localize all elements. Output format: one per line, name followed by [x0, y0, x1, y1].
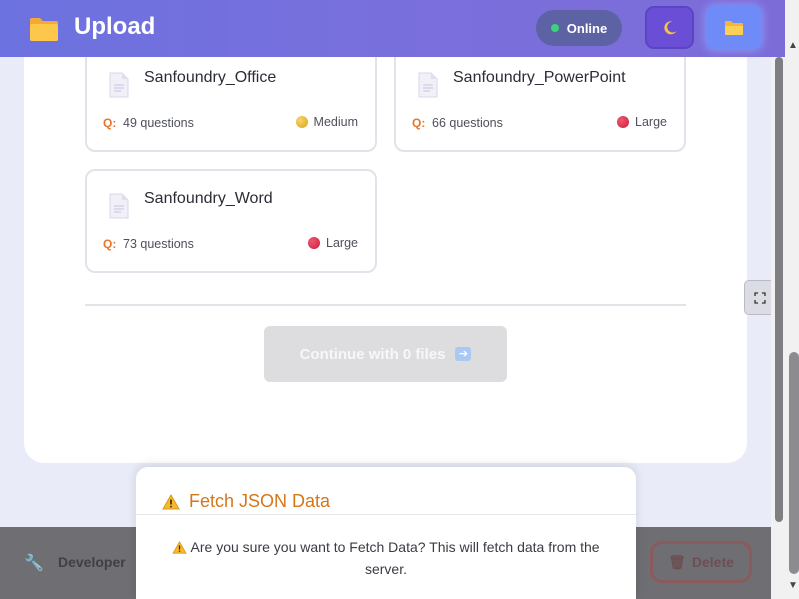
- size-indicator-icon: [295, 116, 308, 128]
- scroll-down-icon[interactable]: ▼: [788, 580, 798, 591]
- scrollbar-thumb-outer[interactable]: [775, 57, 783, 522]
- divider: [85, 304, 686, 306]
- document-icon: [109, 72, 129, 98]
- app-header: Upload Online: [0, 0, 785, 57]
- folder-icon: [725, 21, 743, 35]
- file-name: Sanfoundry_Office: [144, 69, 277, 86]
- size-label: Medium: [313, 115, 358, 129]
- document-icon: [109, 193, 129, 219]
- size-label: Large: [326, 236, 358, 250]
- confirm-modal: Fetch JSON Data Are you sure you want to…: [136, 467, 636, 599]
- size-label: Large: [635, 115, 667, 129]
- scrollbar-thumb-inner[interactable]: [789, 352, 799, 574]
- theme-toggle-button[interactable]: [645, 6, 694, 49]
- modal-message: Are you sure you want to Fetch Data? Thi…: [156, 536, 616, 580]
- file-card[interactable]: Sanfoundry_Office Q: 49 questions Medium: [85, 48, 377, 152]
- question-count: 66 questions: [432, 116, 503, 130]
- trash-icon: 🗑: [668, 553, 686, 570]
- folder-icon: [30, 18, 58, 41]
- question-count: 73 questions: [123, 237, 194, 251]
- file-card[interactable]: Sanfoundry_PowerPoint Q: 66 questions La…: [394, 48, 686, 152]
- moon-icon: [663, 20, 676, 34]
- open-folder-button[interactable]: [706, 5, 762, 50]
- status-badge: Online: [536, 10, 622, 46]
- modal-title: Fetch JSON Data: [162, 491, 330, 512]
- file-name: Sanfoundry_Word: [144, 190, 273, 207]
- file-card[interactable]: Sanfoundry_Word Q: 73 questions Large: [85, 169, 377, 273]
- modal-message-text: Are you sure you want to Fetch Data? Thi…: [190, 539, 600, 577]
- size-indicator-icon: [617, 116, 630, 128]
- fullscreen-icon: [753, 291, 766, 304]
- scroll-up-icon[interactable]: ▲: [788, 40, 798, 51]
- size-indicator-icon: [308, 237, 321, 249]
- status-text: Online: [566, 20, 608, 36]
- scrollbar[interactable]: ▲ ▼: [771, 0, 799, 599]
- size-badge: Large: [308, 236, 358, 250]
- developer-label: Developer: [58, 554, 126, 570]
- wrench-icon: 🔧: [24, 555, 44, 572]
- delete-button-label: Delete: [691, 554, 734, 570]
- continue-button-label: Continue with 0 files: [299, 345, 446, 363]
- size-badge: Large: [617, 115, 667, 129]
- page-title: Upload: [74, 13, 156, 40]
- questions-label: Q:: [103, 116, 117, 130]
- delete-button[interactable]: 🗑 Delete: [650, 541, 752, 583]
- document-icon: [418, 72, 438, 98]
- questions-label: Q:: [412, 116, 426, 130]
- modal-title-text: Fetch JSON Data: [189, 491, 331, 511]
- questions-label: Q:: [103, 237, 117, 251]
- status-dot: [550, 24, 559, 32]
- file-name: Sanfoundry_PowerPoint: [453, 69, 626, 86]
- warning-icon: [162, 493, 180, 509]
- size-badge: Medium: [295, 115, 358, 129]
- warning-icon: [172, 541, 188, 554]
- arrow-right-icon: ➔: [455, 347, 472, 361]
- question-count: 49 questions: [123, 116, 194, 130]
- modal-divider: [136, 514, 636, 515]
- continue-button[interactable]: Continue with 0 files ➔: [264, 326, 507, 382]
